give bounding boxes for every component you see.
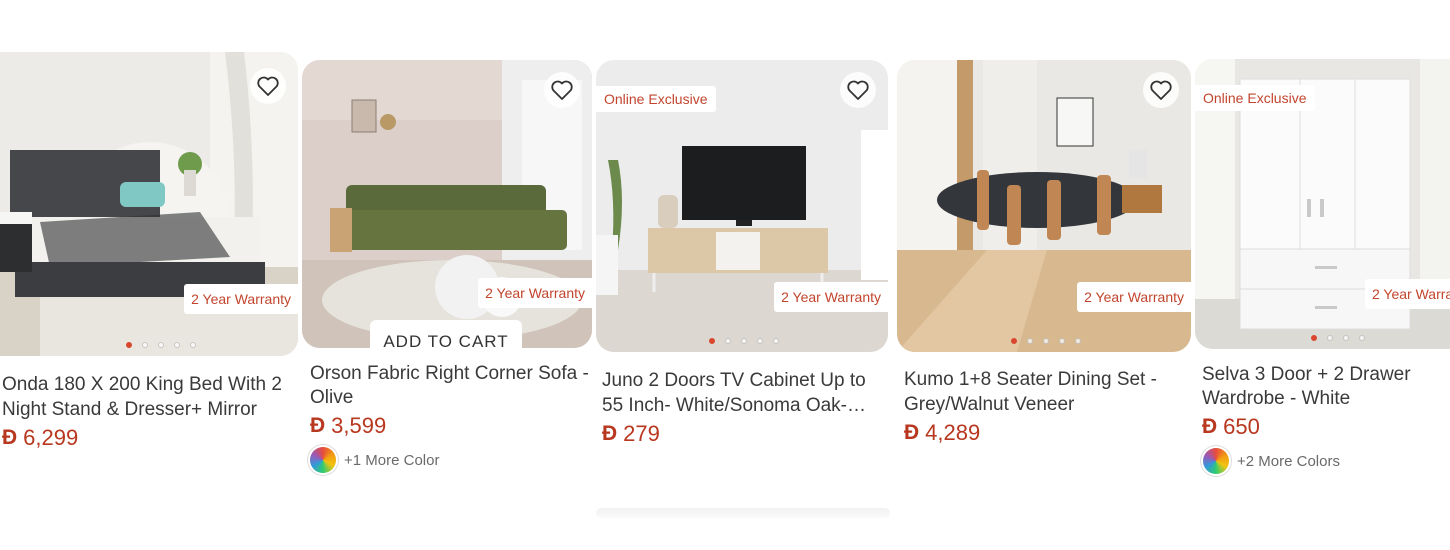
price-value: 6,299 [23,425,79,450]
price-value: 650 [1223,414,1260,439]
favorite-button[interactable] [250,68,286,104]
carousel-dot[interactable] [709,338,715,344]
carousel-dot[interactable] [725,338,731,344]
loading-placeholder [596,508,890,518]
carousel-dot[interactable] [1327,335,1333,341]
color-wheel-icon [1203,448,1229,474]
carousel-dot[interactable] [757,338,763,344]
currency-symbol: Đ [1202,415,1218,438]
carousel-dot[interactable] [1011,338,1017,344]
product-image[interactable]: 2 Year Warranty [897,60,1191,352]
product-card[interactable]: 2 Year Warranty Onda 180 X 200 King Bed … [0,52,298,451]
favorite-button[interactable] [840,72,876,108]
online-exclusive-badge: Online Exclusive [1195,85,1315,111]
product-price: Đ 6,299 [0,425,298,451]
product-card[interactable]: 2 Year Warranty ADD TO CART Orson Fabric… [302,60,592,473]
image-carousel-dots[interactable] [0,342,298,348]
carousel-dot[interactable] [1359,335,1365,341]
heart-outline-icon [551,80,573,100]
more-colors[interactable]: +1 More Color [302,447,592,473]
product-title[interactable]: Juno 2 Doors TV Cabinet Up to 55 Inch- W… [596,368,882,418]
currency-symbol: Đ [310,414,326,437]
carousel-dot[interactable] [741,338,747,344]
product-image[interactable]: Online Exclusive 2 Year Warranty [596,60,888,352]
image-carousel-dots[interactable] [1195,335,1450,341]
favorite-button[interactable] [1143,72,1179,108]
carousel-dot[interactable] [126,342,132,348]
carousel-dot[interactable] [1075,338,1081,344]
color-wheel-icon [310,447,336,473]
heart-outline-icon [847,80,869,100]
product-title[interactable]: Selva 3 Door + 2 Drawer Wardrobe - White [1195,363,1442,411]
carousel-dot[interactable] [1043,338,1049,344]
carousel-dot[interactable] [142,342,148,348]
product-price: Đ 4,289 [897,420,1191,446]
image-carousel-dots[interactable] [596,338,888,344]
online-exclusive-badge: Online Exclusive [596,86,716,112]
carousel-dot[interactable] [1059,338,1065,344]
warranty-badge: 2 Year Warranty [478,278,592,308]
carousel-dot[interactable] [158,342,164,348]
warranty-badge: 2 Year Warranty [1077,282,1191,312]
carousel-dot[interactable] [190,342,196,348]
more-colors-label: +1 More Color [344,451,440,469]
add-to-cart-button[interactable]: ADD TO CART [370,320,522,348]
product-card[interactable]: 2 Year Warranty Kumo 1+8 Seater Dining S… [897,60,1191,446]
more-colors[interactable]: +2 More Colors [1195,448,1450,474]
carousel-dot[interactable] [1311,335,1317,341]
currency-symbol: Đ [2,426,18,449]
warranty-badge: 2 Year Warranty [1365,279,1450,309]
product-title[interactable]: Orson Fabric Right Corner Sofa - Olive [302,362,592,410]
product-title[interactable]: Onda 180 X 200 King Bed With 2 Night Sta… [0,372,292,422]
heart-outline-icon [1150,80,1172,100]
price-value: 3,599 [331,413,387,438]
price-value: 4,289 [925,420,981,445]
carousel-dot[interactable] [1343,335,1349,341]
price-value: 279 [623,421,660,446]
currency-symbol: Đ [904,421,920,444]
carousel-dot[interactable] [1027,338,1033,344]
image-carousel-dots[interactable] [897,338,1191,344]
product-price: Đ 650 [1195,414,1450,440]
product-card[interactable]: Online Exclusive 2 Year Warranty Selva 3… [1195,59,1450,474]
warranty-badge: 2 Year Warranty [774,282,888,312]
product-image[interactable]: 2 Year Warranty ADD TO CART [302,60,592,348]
product-image[interactable]: Online Exclusive 2 Year Warranty [1195,59,1450,349]
product-image[interactable]: 2 Year Warranty [0,52,298,356]
carousel-dot[interactable] [773,338,779,344]
product-card[interactable]: Online Exclusive 2 Year Warranty Juno 2 … [596,60,888,447]
heart-outline-icon [257,76,279,96]
product-price: Đ 279 [596,421,888,447]
more-colors-label: +2 More Colors [1237,452,1340,470]
product-price: Đ 3,599 [302,413,592,439]
favorite-button[interactable] [544,72,580,108]
warranty-badge: 2 Year Warranty [184,284,298,314]
product-title[interactable]: Kumo 1+8 Seater Dining Set - Grey/Walnut… [897,367,1186,417]
currency-symbol: Đ [602,422,618,445]
carousel-dot[interactable] [174,342,180,348]
